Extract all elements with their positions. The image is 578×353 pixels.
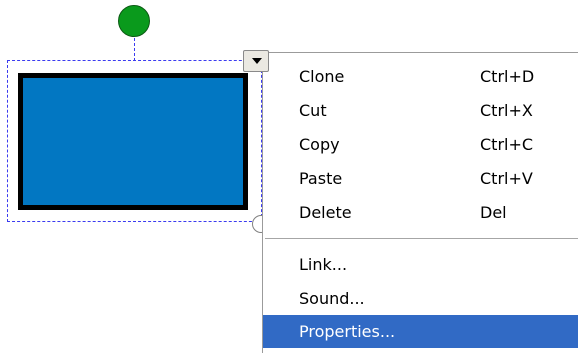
menu-item-label: Delete [299, 203, 352, 222]
menu-item-label: Copy [299, 135, 340, 154]
menu-item-link[interactable]: Link... [263, 248, 578, 281]
menu-item-label: Link... [299, 255, 348, 274]
menu-separator [265, 238, 578, 240]
menu-item-shortcut: Del [480, 203, 507, 222]
menu-item-label: Clone [299, 67, 345, 86]
menu-item-delete[interactable]: Delete Del [263, 196, 578, 229]
menu-item-label: Paste [299, 169, 343, 188]
menu-item-sound[interactable]: Sound... [263, 282, 578, 315]
menu-item-clone[interactable]: Clone Ctrl+D [263, 60, 578, 93]
menu-item-label: Properties... [299, 322, 396, 341]
menu-item-copy[interactable]: Copy Ctrl+C [263, 128, 578, 161]
rotate-handle-icon[interactable] [118, 5, 150, 37]
dropdown-arrow-icon[interactable] [243, 50, 269, 72]
menu-item-shortcut: Ctrl+V [480, 169, 533, 188]
menu-item-label: Sound... [299, 289, 365, 308]
menu-item-properties[interactable]: Properties... [263, 315, 578, 348]
menu-item-shortcut: Ctrl+D [480, 67, 535, 86]
menu-item-shortcut: Ctrl+C [480, 135, 534, 154]
triangle-down-glyph [252, 58, 262, 64]
drawing-canvas[interactable]: Clone Ctrl+D Cut Ctrl+X Copy Ctrl+C Past… [0, 0, 578, 353]
rectangle-shape[interactable] [18, 73, 248, 210]
context-menu: Clone Ctrl+D Cut Ctrl+X Copy Ctrl+C Past… [262, 52, 578, 353]
rotate-handle-connector [134, 33, 135, 61]
menu-item-label: Cut [299, 101, 327, 120]
menu-item-paste[interactable]: Paste Ctrl+V [263, 162, 578, 195]
menu-item-cut[interactable]: Cut Ctrl+X [263, 94, 578, 127]
menu-item-shortcut: Ctrl+X [480, 101, 533, 120]
